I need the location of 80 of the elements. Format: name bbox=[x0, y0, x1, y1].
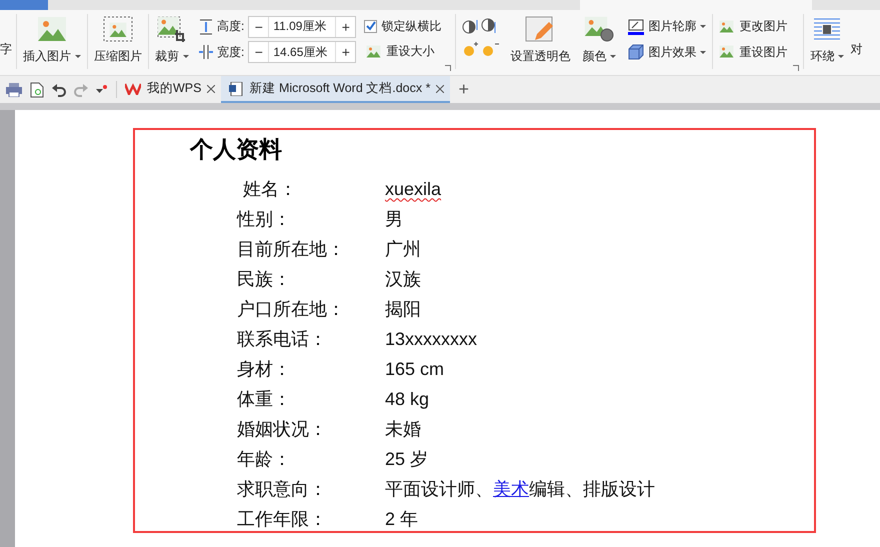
field-label: 工作年限： bbox=[237, 508, 328, 531]
field-value: xuexila bbox=[385, 178, 442, 200]
new-tab-button[interactable]: + bbox=[450, 76, 477, 103]
field-label: 年龄： bbox=[237, 448, 292, 471]
caret-icon bbox=[75, 55, 81, 58]
field-label: 联系电话： bbox=[237, 328, 328, 351]
document-icon bbox=[229, 82, 244, 96]
close-icon bbox=[207, 84, 216, 92]
contrast-icon bbox=[462, 18, 496, 34]
caret-icon bbox=[610, 55, 616, 58]
field-value: 男 bbox=[385, 208, 404, 231]
width-icon bbox=[199, 44, 213, 60]
check-icon bbox=[366, 21, 376, 32]
field-label: 宽度: bbox=[217, 44, 244, 61]
caret-icon bbox=[700, 50, 706, 54]
caret-icon bbox=[183, 55, 189, 58]
field-value: 25 岁 bbox=[385, 448, 430, 471]
print-preview-icon bbox=[30, 82, 44, 98]
field-label: 姓名： bbox=[242, 178, 298, 201]
field-label: 户口所在地： bbox=[237, 298, 346, 321]
crop-button[interactable]: 裁剪 bbox=[149, 10, 195, 75]
link[interactable]: 美术 bbox=[493, 479, 529, 499]
field-label: 高度: bbox=[217, 18, 244, 36]
cube-icon bbox=[628, 44, 644, 60]
tab-title: 新建 Microsoft Word 文档.docx * bbox=[249, 80, 430, 97]
wps-logo-icon bbox=[125, 82, 141, 94]
launcher-icon bbox=[793, 65, 800, 71]
picture-icon bbox=[719, 20, 736, 34]
set-transparent-color-button[interactable]: 设置透明色 bbox=[504, 10, 576, 75]
button-label: 对 bbox=[850, 41, 864, 58]
picture-icon bbox=[366, 44, 382, 59]
field-label: 体重： bbox=[237, 388, 292, 411]
undo-icon bbox=[52, 82, 66, 96]
pencil-icon bbox=[628, 18, 644, 35]
size-field[interactable]: − 11.09厘米 + bbox=[248, 16, 356, 38]
close-icon bbox=[436, 84, 444, 92]
field-value: 揭阳 bbox=[385, 298, 422, 321]
field-value: 广州 bbox=[385, 238, 422, 261]
tab-title: 我的WPS bbox=[147, 80, 202, 97]
picture-icon bbox=[37, 16, 67, 42]
change-picture-button[interactable]: 更改图片 bbox=[717, 17, 790, 36]
crop-icon bbox=[157, 16, 187, 42]
picture-icon bbox=[719, 45, 736, 60]
wrap-text-button[interactable]: 环绕 bbox=[804, 10, 850, 75]
field-value: 13xxxxxxxx bbox=[385, 328, 478, 350]
wrap-icon bbox=[812, 16, 842, 42]
sentence: 平面设计师、美术编辑、排版设计 bbox=[385, 478, 656, 501]
color-button[interactable]: 颜色 bbox=[576, 10, 622, 75]
lock-ratio-checkbox[interactable]: 锁定纵横比 bbox=[364, 18, 442, 35]
height-icon bbox=[199, 18, 213, 35]
caret-icon bbox=[700, 25, 706, 28]
insert-picture-button[interactable]: 插入图片 bbox=[17, 10, 87, 75]
field-value: 未婚 bbox=[385, 418, 422, 441]
size-field[interactable]: − 14.65厘米 + bbox=[248, 41, 356, 64]
field-label: 民族： bbox=[237, 268, 292, 291]
redo-icon bbox=[74, 82, 88, 96]
reset-size-button[interactable]: 重设大小 bbox=[364, 42, 442, 62]
field-label: 婚姻状况： bbox=[237, 418, 328, 441]
picture-effects-button[interactable]: 图片效果 bbox=[626, 42, 708, 62]
caret-icon bbox=[838, 55, 844, 58]
field-value: 165 cm bbox=[385, 358, 446, 380]
pencil-icon bbox=[525, 16, 556, 42]
reset-picture-button[interactable]: 重设图片 bbox=[717, 42, 790, 62]
compress-picture-button[interactable]: 压缩图片 bbox=[88, 10, 148, 75]
document-tab[interactable]: 新建 Microsoft Word 文档.docx * bbox=[221, 76, 450, 103]
button-label: 字 bbox=[0, 41, 13, 58]
picture-icon bbox=[584, 16, 614, 42]
field-label: 求职意向： bbox=[237, 478, 328, 501]
field-label: 性别： bbox=[237, 208, 292, 231]
field-value: 汉族 bbox=[385, 268, 422, 291]
printer-icon bbox=[6, 82, 22, 96]
field-label: 身材： bbox=[237, 358, 292, 381]
picture-icon bbox=[103, 16, 133, 42]
launcher-icon bbox=[445, 65, 452, 71]
document-heading: 个人资料 bbox=[190, 136, 283, 164]
field-value: 48 kg bbox=[385, 388, 430, 410]
picture-outline-button[interactable]: 图片轮廓 bbox=[626, 17, 708, 36]
field-value: 2 年 bbox=[385, 508, 420, 531]
field-label: 目前所在地： bbox=[237, 238, 346, 261]
dropdown-icon bbox=[96, 84, 108, 94]
